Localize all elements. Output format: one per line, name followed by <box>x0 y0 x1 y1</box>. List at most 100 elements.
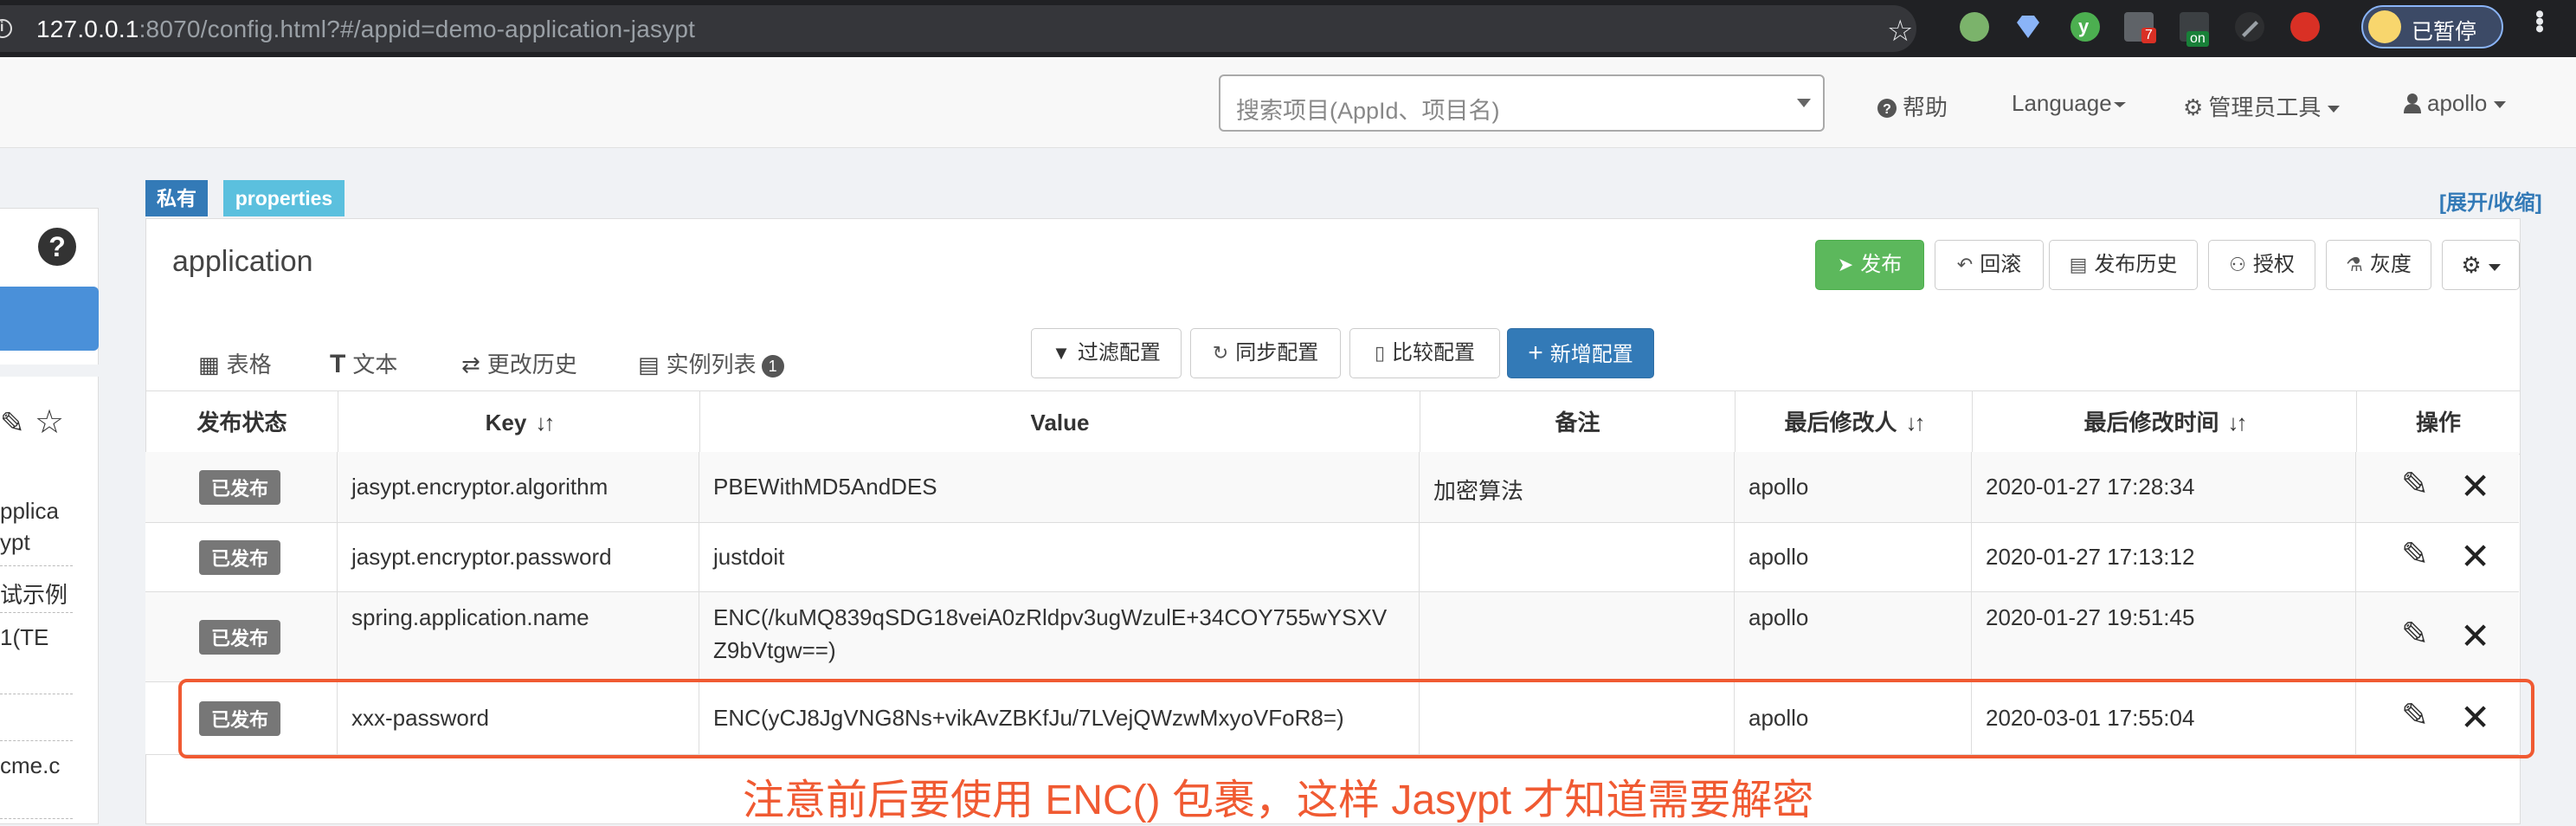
gray-label: 灰度 <box>2369 253 2412 276</box>
filter-icon: ▼ <box>1052 342 1071 364</box>
annotation-text: 注意前后要使用 ENC() 包裹，这样 Jasypt 才知道需要解密 <box>743 778 1814 823</box>
extension-list-icon[interactable]: on <box>2180 12 2209 47</box>
caret-down-icon <box>2494 101 2507 109</box>
grant-button[interactable]: ⚇ 授权 <box>2208 240 2315 290</box>
cell-key: spring.application.name <box>338 592 699 681</box>
server-icon: ▤ <box>638 352 660 378</box>
search-placeholder: 搜索项目(AppId、项目名) <box>1236 98 1500 124</box>
text-icon: T <box>330 350 346 378</box>
divider <box>0 612 73 613</box>
cell-value: PBEWithMD5AndDES <box>699 452 1420 522</box>
header-key[interactable]: Key ↓↑ <box>338 391 700 454</box>
sidebar-text: 1(TE <box>0 624 49 650</box>
send-icon: ➤ <box>1837 254 1854 275</box>
badge-private: 私有 <box>145 180 208 216</box>
tab-table[interactable]: ▦ 表格 <box>198 347 272 379</box>
more-menu-icon[interactable]: ••• <box>2524 10 2553 32</box>
status-badge: 已发布 <box>199 540 281 575</box>
question-circle-icon: ? <box>1877 99 1897 118</box>
value-text-continued: Z9bVtgw==) <box>713 637 836 663</box>
tab-instances-label: 实例列表 <box>666 352 757 378</box>
nav-admin-tools[interactable]: ⚙ 管理员工具 <box>2183 90 2341 122</box>
header-status: 发布状态 <box>146 391 338 454</box>
plus-icon: + <box>1528 339 1543 367</box>
nav-help-label: 帮助 <box>1903 94 1948 120</box>
profile-button[interactable]: 已暂停 <box>2361 5 2503 48</box>
delete-icon[interactable]: ✕ <box>2460 535 2490 578</box>
cell-status: 已发布 <box>145 523 338 591</box>
table-header: 发布状态 Key ↓↑ Value 备注 最后修改人 ↓↑ 最后修改时间 ↓↑ 操作 <box>146 391 2520 455</box>
extension-green-icon[interactable] <box>1960 12 1989 42</box>
modifier-text: apollo <box>1748 604 1809 630</box>
extension-y-icon[interactable]: y <box>2070 12 2100 42</box>
cell-ops: ✎ ✕ <box>2356 523 2519 591</box>
url-text[interactable]: 127.0.0.1:8070/config.html?#/appid=demo-… <box>36 16 695 43</box>
nav-user-menu[interactable]: apollo <box>2403 90 2507 117</box>
status-badge: 已发布 <box>199 620 281 655</box>
key-text: spring.application.name <box>351 604 589 630</box>
edit-icon[interactable]: ✎ <box>2401 615 2429 654</box>
delete-icon[interactable]: ✕ <box>2460 615 2490 657</box>
sidebar-primary-block[interactable] <box>0 287 99 351</box>
header-modifier-label: 最后修改人 <box>1784 410 1897 436</box>
help-circle-icon[interactable]: ? <box>38 228 76 266</box>
tab-change-history[interactable]: ⇄ 更改历史 <box>461 347 577 379</box>
edit-icon[interactable]: ✎ <box>2401 465 2429 504</box>
browser-toolbar: 127.0.0.1:8070/config.html?#/appid=demo-… <box>0 0 2576 57</box>
tab-text[interactable]: T 文本 <box>330 347 397 379</box>
header-modifier[interactable]: 最后修改人 ↓↑ <box>1736 391 1973 454</box>
tab-table-label: 表格 <box>226 352 272 378</box>
undo-icon: ↶ <box>1956 254 1974 275</box>
rollback-button[interactable]: ↶ 回滚 <box>1935 240 2044 290</box>
key-text: jasypt.encryptor.algorithm <box>351 474 609 500</box>
add-config-button[interactable]: + 新增配置 <box>1507 328 1654 378</box>
publish-button[interactable]: ➤ 发布 <box>1815 240 1924 290</box>
cell-time: 2020-01-27 19:51:45 <box>1972 592 2356 681</box>
site-info-icon[interactable] <box>0 19 12 38</box>
sort-icon: ↓↑ <box>535 410 555 436</box>
nav-help[interactable]: ? 帮助 <box>1877 90 1948 122</box>
profile-status: 已暂停 <box>2412 20 2477 44</box>
header-modified-time[interactable]: 最后修改时间 ↓↑ <box>1973 391 2357 454</box>
cell-status: 已发布 <box>145 452 338 522</box>
edit-icon[interactable]: ✎ <box>2401 535 2429 574</box>
user-icon <box>2404 94 2421 113</box>
sync-config-button[interactable]: ↻ 同步配置 <box>1190 328 1341 378</box>
extension-grid-icon[interactable]: 7 <box>2124 12 2156 43</box>
nav-language[interactable]: Language <box>2012 90 2126 117</box>
tab-instances[interactable]: ▤ 实例列表 1 <box>638 347 784 379</box>
cell-value: justdoit <box>699 523 1420 591</box>
project-search-select[interactable]: 搜索项目(AppId、项目名) <box>1219 74 1825 132</box>
extension-pen-icon[interactable] <box>2235 12 2264 42</box>
address-bar[interactable]: 127.0.0.1:8070/config.html?#/appid=demo-… <box>0 5 1916 52</box>
filter-label: 过滤配置 <box>1077 341 1161 365</box>
bookmark-star-icon[interactable]: ☆ <box>1887 14 1913 48</box>
caret-down-icon <box>2488 263 2501 271</box>
settings-dropdown-button[interactable]: ⚙ <box>2442 240 2520 290</box>
url-host: 127.0.0.1 <box>36 16 139 42</box>
publish-label: 发布 <box>1860 253 1903 276</box>
edit-icon[interactable]: ✎ <box>0 406 25 441</box>
cell-comment: 加密算法 <box>1420 452 1735 522</box>
table-icon: ▦ <box>198 352 220 378</box>
gray-release-button[interactable]: ⚗ 灰度 <box>2326 240 2431 290</box>
expand-collapse-link[interactable]: [展开/收缩] <box>2439 185 2542 216</box>
star-icon[interactable]: ☆ <box>35 403 64 442</box>
nav-user-label: apollo <box>2427 90 2488 116</box>
nav-admin-label: 管理员工具 <box>2208 94 2322 120</box>
delete-icon[interactable]: ✕ <box>2460 465 2490 507</box>
svg-text:?: ? <box>1883 102 1891 117</box>
release-history-button[interactable]: ▤ 发布历史 <box>2049 240 2198 290</box>
cell-time: 2020-01-27 17:28:34 <box>1972 452 2356 522</box>
key-text: jasypt.encryptor.password <box>351 544 612 570</box>
value-text: ENC(/kuMQ839qSDG18veiA0zRldpv3ugWzulE+34… <box>713 604 1388 630</box>
extension-diamond-icon[interactable] <box>2013 12 2043 42</box>
filter-config-button[interactable]: ▼ 过滤配置 <box>1031 328 1182 378</box>
sidebar-text: cme.c <box>0 752 61 778</box>
time-text: 2020-01-27 17:28:34 <box>1986 474 2195 500</box>
history-icon: ⇄ <box>461 352 480 378</box>
compare-config-button[interactable]: ▯ 比较配置 <box>1349 328 1500 378</box>
compare-label: 比较配置 <box>1392 341 1476 365</box>
extension-red-icon[interactable] <box>2290 12 2320 42</box>
header-value: Value <box>700 391 1420 454</box>
